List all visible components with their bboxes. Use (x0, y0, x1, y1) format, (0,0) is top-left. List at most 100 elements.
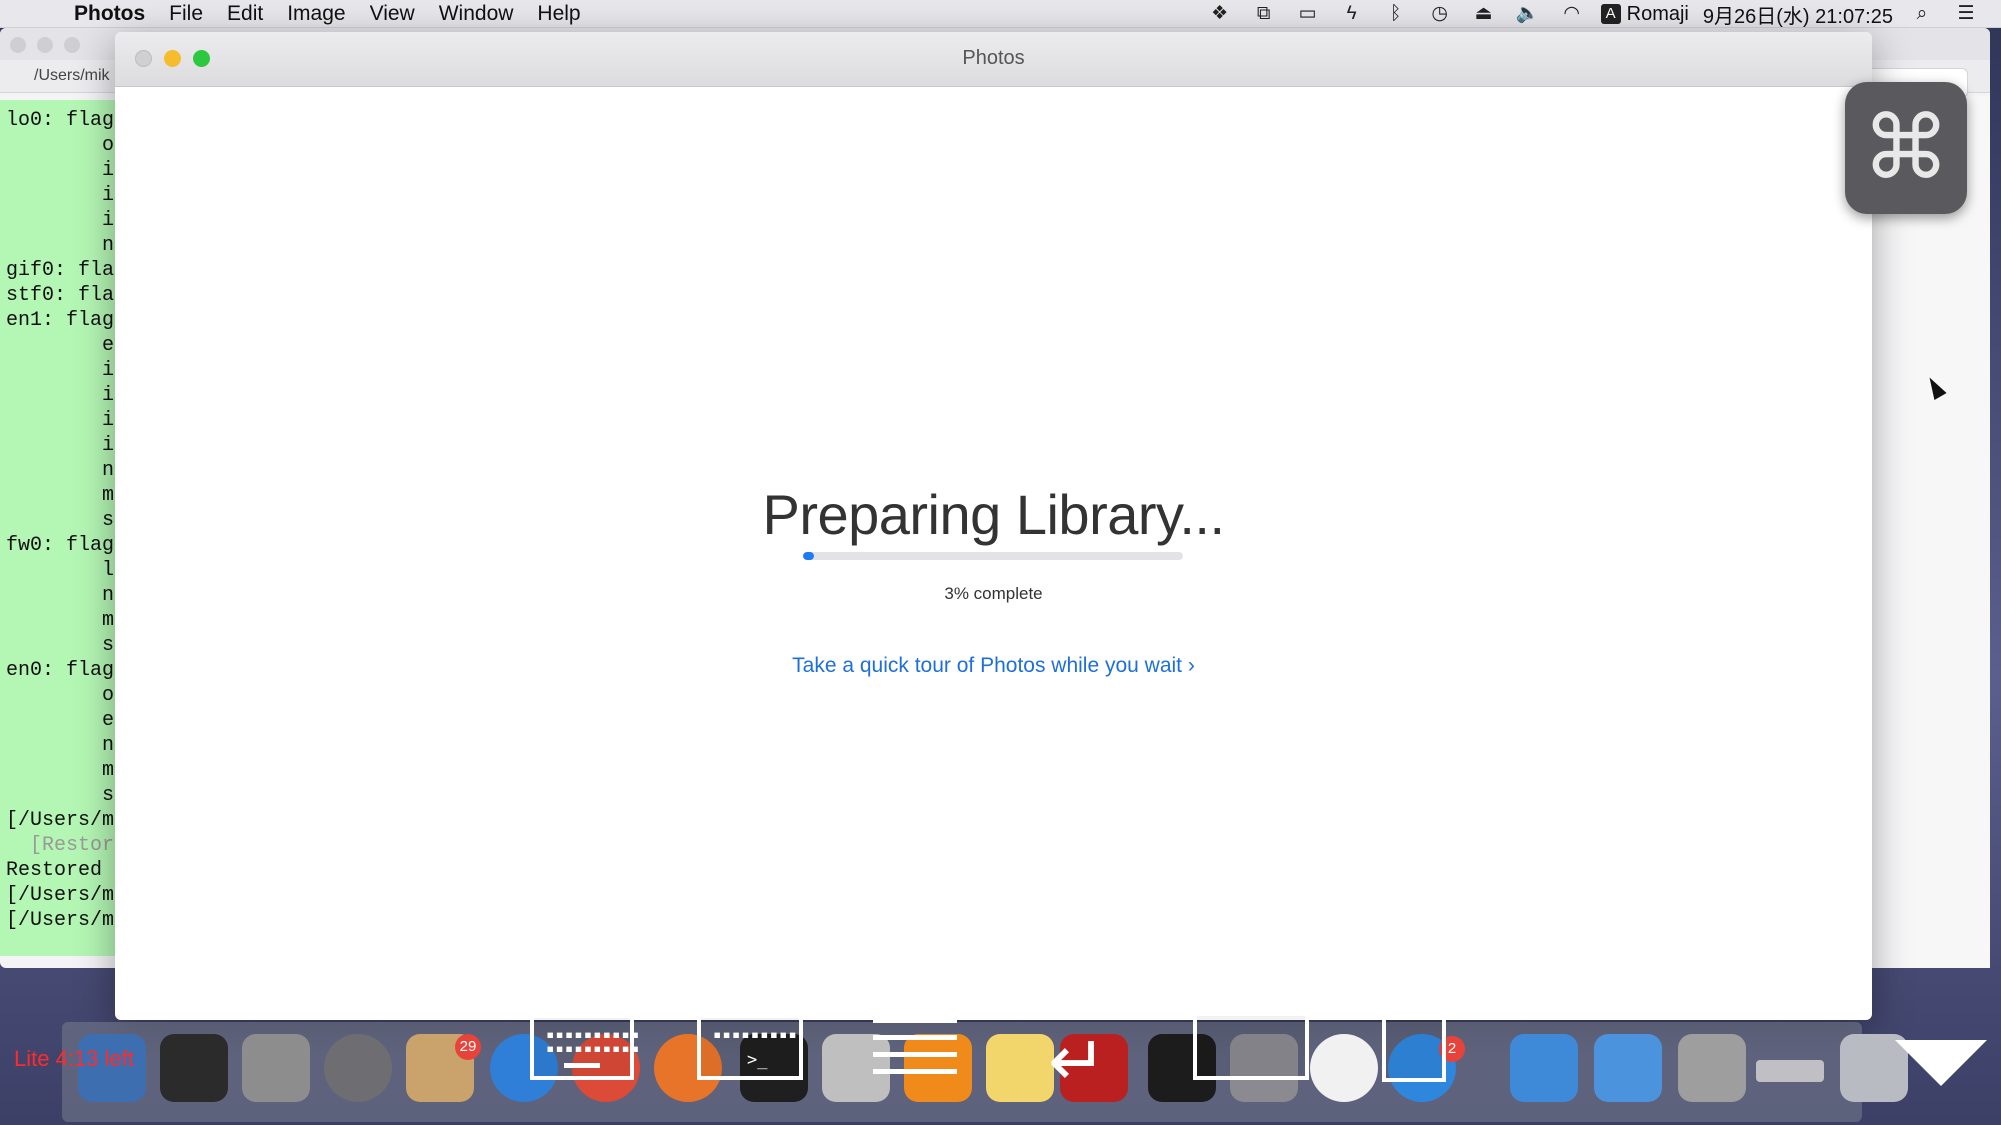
dock-applications-folder-icon[interactable] (1510, 1034, 1578, 1102)
terminal-line: in (6, 209, 127, 232)
terminal-line: in (6, 384, 127, 407)
menu-bar: Photos File Edit Image View Window Help … (0, 0, 2001, 28)
terminal-line: st (6, 509, 127, 532)
terminal-window-controls (10, 37, 80, 53)
bluetooth-icon[interactable]: ᛒ (1381, 4, 1411, 24)
terminal-line: op (6, 134, 127, 157)
input-method-label: Romaji (1626, 2, 1689, 25)
terminal-line: Restored s (6, 859, 127, 882)
chevron-right-icon: › (1187, 654, 1195, 677)
keyboard-keys-icon: ▪▪▪▪▪▪▪▪▪▪ ▪▪▪▪▪▪▪▪▪▪ (546, 1027, 641, 1057)
terminal-line: et (6, 334, 127, 357)
terminal-line: gif0: flag (6, 259, 127, 282)
terminal-line: in (6, 359, 127, 382)
terminal-prompt-icon: >_ (747, 1050, 768, 1070)
dock-notes-icon[interactable] (986, 1034, 1054, 1102)
terminal-line: [/Users/mi (6, 809, 127, 832)
terminal-line: ll (6, 559, 127, 582)
terminal-line: me (6, 609, 127, 632)
photos-window-title: Photos (962, 47, 1025, 69)
terminal-close-button[interactable] (10, 37, 26, 53)
lock-overlay-button[interactable] (1382, 1016, 1446, 1082)
preparing-library-heading: Preparing Library... (762, 483, 1225, 546)
spacebar-icon (564, 1063, 600, 1068)
terminal-line: [/Users/mi (6, 909, 127, 932)
menubar-clock[interactable]: 9月26日(水) 21:07:25 (1703, 0, 1893, 29)
terminal-line: nd (6, 584, 127, 607)
collapse-triangle-icon[interactable] (1895, 1040, 1987, 1086)
volume-icon[interactable]: 🔈 (1513, 4, 1543, 24)
notification-center-icon[interactable]: ☰ (1951, 4, 1981, 24)
terminal-line: nd (6, 734, 127, 757)
window-overlay-button[interactable] (1193, 1012, 1309, 1080)
terminal-line: lo0: flag (6, 109, 115, 132)
terminal-line: in (6, 159, 127, 182)
dock-archive-icon[interactable] (1678, 1034, 1746, 1102)
dock-document-icon[interactable] (242, 1034, 310, 1102)
terminal-line: me (6, 759, 127, 782)
photos-window: Photos Preparing Library... 3% complete … (115, 32, 1872, 1020)
keyboard-terminal-overlay-button[interactable]: ▪▪▪▪▪▪▪▪▪ >_ (697, 1014, 803, 1080)
photos-titlebar[interactable]: Photos (115, 32, 1872, 87)
input-method-badge: A (1600, 4, 1621, 24)
terminal-line: [/Users/mi (6, 884, 127, 907)
mail-badge: 29 (455, 1034, 481, 1060)
quick-tour-link-text: Take a quick tour of Photos while you wa… (792, 654, 1183, 677)
time-machine-icon[interactable]: ◷ (1425, 4, 1455, 24)
library-progress-fill (803, 552, 815, 560)
terminal-line: in (6, 434, 127, 457)
keyboard-overlay-button[interactable]: ▪▪▪▪▪▪▪▪▪▪ ▪▪▪▪▪▪▪▪▪▪ (530, 1014, 641, 1080)
dropbox-icon[interactable]: ❖ (1205, 4, 1235, 24)
terminal-line: st (6, 784, 127, 807)
menu-line-icon (873, 1018, 957, 1023)
terminal-line: en1: flags (6, 309, 127, 332)
menu-lines-overlay-button[interactable] (873, 1018, 957, 1082)
terminal-line: me (6, 484, 127, 507)
library-progress-bar (803, 552, 1183, 560)
progress-percent-text: 3% complete (944, 584, 1043, 603)
menu-app-photos[interactable]: Photos (74, 2, 145, 26)
menu-edit[interactable]: Edit (227, 2, 263, 26)
return-key-overlay-button[interactable]: ↵ (1048, 1026, 1128, 1096)
terminal-minimize-button[interactable] (37, 37, 53, 53)
terminal-line: in (6, 184, 127, 207)
terminal-line: st (6, 634, 127, 657)
spotlight-search-icon[interactable]: ⌕ (1907, 4, 1937, 24)
status-area: ❖ ⧉ ▭ ϟ ᛒ ◷ ⏏ 🔈 ◠ A Romaji 9月26日(水) 21:0… (1205, 0, 1981, 28)
dock-mission-control-icon[interactable] (160, 1034, 228, 1102)
dock-photos-icon[interactable] (1310, 1034, 1378, 1102)
menu-help[interactable]: Help (537, 2, 580, 26)
menu-line-icon (873, 1052, 957, 1057)
menu-file[interactable]: File (169, 2, 203, 26)
menu-line-icon (873, 1035, 957, 1040)
display-icon[interactable]: ▭ (1293, 4, 1323, 24)
wifi-icon[interactable]: ◠ (1557, 4, 1587, 24)
terminal-zoom-button[interactable] (64, 37, 80, 53)
eject-icon[interactable]: ⏏ (1469, 4, 1499, 24)
terminal-line: stf0: flag (6, 284, 127, 307)
terminal-line: et (6, 709, 127, 732)
terminal-line: in (6, 409, 127, 432)
dock-system-preferences-icon[interactable] (324, 1034, 392, 1102)
menu-view[interactable]: View (370, 2, 415, 26)
menu-line-icon (873, 1069, 957, 1074)
menu-window[interactable]: Window (439, 2, 514, 26)
windows-icon[interactable]: ⧉ (1249, 4, 1279, 24)
dock-drive-icon[interactable] (1756, 1060, 1824, 1082)
command-key-overlay-button[interactable]: ⌘ (1845, 82, 1967, 214)
terminal-line: [Restore (6, 834, 127, 857)
photos-content: Preparing Library... 3% complete Take a … (115, 86, 1872, 1020)
menu-image[interactable]: Image (287, 2, 345, 26)
power-icon[interactable]: ϟ (1337, 4, 1367, 24)
input-method[interactable]: A Romaji (1600, 2, 1689, 26)
terminal-output[interactable]: lo0: flag op in in in nd gif0: flag stf0: … (0, 100, 127, 956)
terminal-line: op (6, 684, 127, 707)
background-window-pane (1872, 96, 1990, 968)
terminal-line: en0: flags (6, 659, 127, 682)
keyboard-keys-icon: ▪▪▪▪▪▪▪▪▪ (713, 1027, 798, 1043)
dock-documents-folder-icon[interactable] (1594, 1034, 1662, 1102)
terminal-line: fw0: flags (6, 534, 127, 557)
quick-tour-link[interactable]: Take a quick tour of Photos while you wa… (115, 654, 1872, 678)
terminal-line: nd (6, 459, 127, 482)
terminal-line: nd (6, 234, 127, 257)
